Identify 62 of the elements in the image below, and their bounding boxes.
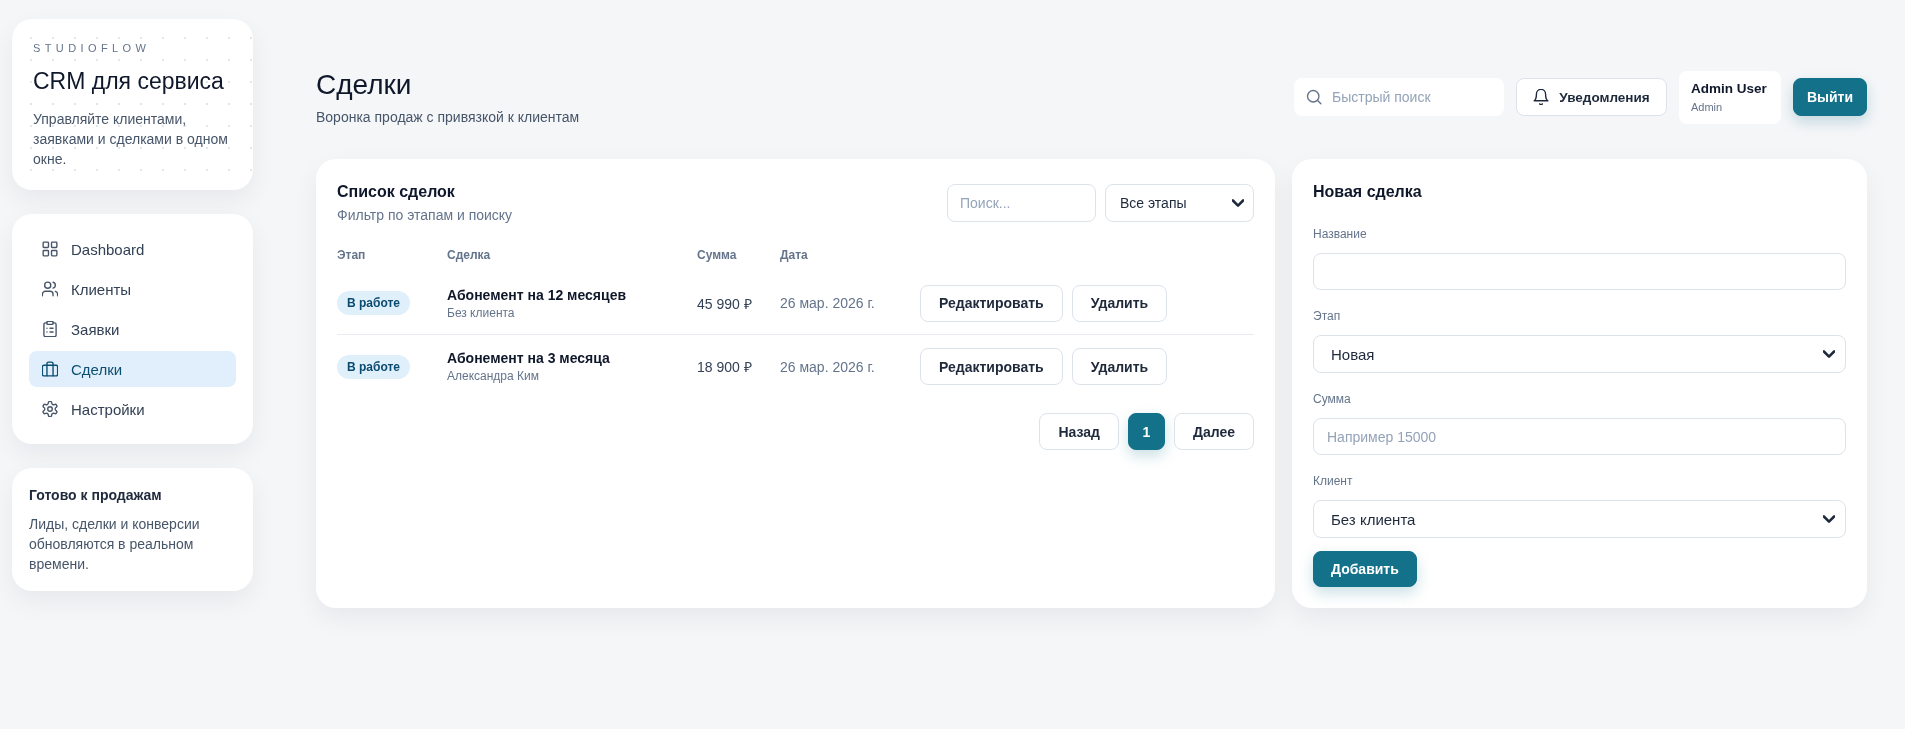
field-label: Название: [1313, 226, 1368, 242]
notifications-button[interactable]: Уведомления: [1516, 78, 1667, 116]
deal-name: Абонемент на 3 месяца: [447, 349, 611, 367]
chevron-down-icon: [1823, 513, 1835, 525]
card-title: Список сделок: [337, 182, 456, 202]
deal-name: Абонемент на 12 месяцев: [447, 285, 628, 304]
column-header: Сделка: [447, 247, 492, 263]
page-button[interactable]: 1: [1127, 413, 1165, 450]
delete-button[interactable]: Удалить: [1071, 348, 1168, 385]
clipboard-icon: [42, 321, 58, 337]
card-title: Новая сделка: [1313, 182, 1423, 202]
stage-badge: В работе: [337, 291, 410, 315]
page-title: Сделки: [316, 68, 413, 102]
card-subtitle: Фильтр по этапам и поиску: [337, 206, 513, 224]
field-label: Этап: [1313, 308, 1342, 324]
field-label: Сумма: [1313, 391, 1352, 407]
client-name: Александра Ким: [447, 368, 540, 384]
search-icon: [1306, 89, 1322, 105]
nav-item[interactable]: Dashboard: [29, 231, 236, 267]
deal-date: 26 мар. 2026 г.: [780, 295, 876, 311]
edit-button[interactable]: Редактировать: [920, 348, 1063, 385]
page-subtitle: Воронка продаж с привязкой к клиентам: [316, 108, 580, 126]
nav-item[interactable]: Настройки: [29, 391, 236, 427]
search-field[interactable]: Поиск...: [947, 183, 1096, 222]
column-header: Этап: [337, 247, 367, 263]
field-label: Клиент: [1313, 473, 1354, 489]
edit-button[interactable]: Редактировать: [920, 284, 1063, 322]
nav-item[interactable]: Клиенты: [29, 271, 236, 307]
delete-button[interactable]: Удалить: [1071, 284, 1168, 322]
info-title: Готово к продажам: [29, 486, 163, 504]
deal-date: 26 мар. 2026 г.: [780, 358, 876, 375]
input-field[interactable]: [1313, 253, 1846, 290]
client-name: Без клиента: [447, 304, 516, 321]
chevron-down-icon: [1232, 196, 1244, 209]
nav-item[interactable]: Заявки: [29, 311, 236, 347]
add-button[interactable]: Добавить: [1313, 551, 1417, 587]
stage-badge: В работе: [337, 354, 410, 379]
stage-filter-dropdown[interactable]: Все этапы: [1105, 183, 1254, 222]
briefcase-icon: [42, 361, 58, 377]
chevron-down-icon: [1823, 348, 1835, 360]
dropdown-field[interactable]: Новая: [1313, 335, 1846, 373]
info-text: Лиды, сделки и конверсии обновляются в реальном времени.: [29, 515, 201, 574]
users-icon: [42, 281, 58, 297]
deal-amount: 45 990 ₽: [697, 294, 753, 313]
bell-icon: [1533, 89, 1550, 105]
deal-amount: 18 900 ₽: [697, 358, 753, 376]
gear-icon: [42, 401, 58, 417]
search-field[interactable]: Быстрый поиск: [1294, 78, 1504, 116]
prev-page-button[interactable]: Назад: [1039, 413, 1119, 450]
nav-item[interactable]: Сделки: [29, 351, 236, 387]
brand-eyebrow: STUDIOFLOW: [33, 41, 152, 55]
next-page-button[interactable]: Далее: [1173, 413, 1254, 450]
column-header: Сумма: [697, 247, 738, 263]
user-name: Admin User: [1691, 80, 1768, 98]
grid-icon: [42, 241, 58, 257]
brand-description: Управляйте клиентами, заявками и сделками в одном окне.: [33, 110, 229, 169]
logout-button[interactable]: Выйти: [1793, 78, 1867, 116]
column-header: Дата: [780, 247, 809, 263]
user-role: Admin: [1691, 100, 1724, 114]
brand-title: CRM для сервиса: [33, 67, 225, 95]
dropdown-field[interactable]: Без клиента: [1313, 500, 1846, 538]
input-field[interactable]: Например 15000: [1313, 418, 1846, 455]
